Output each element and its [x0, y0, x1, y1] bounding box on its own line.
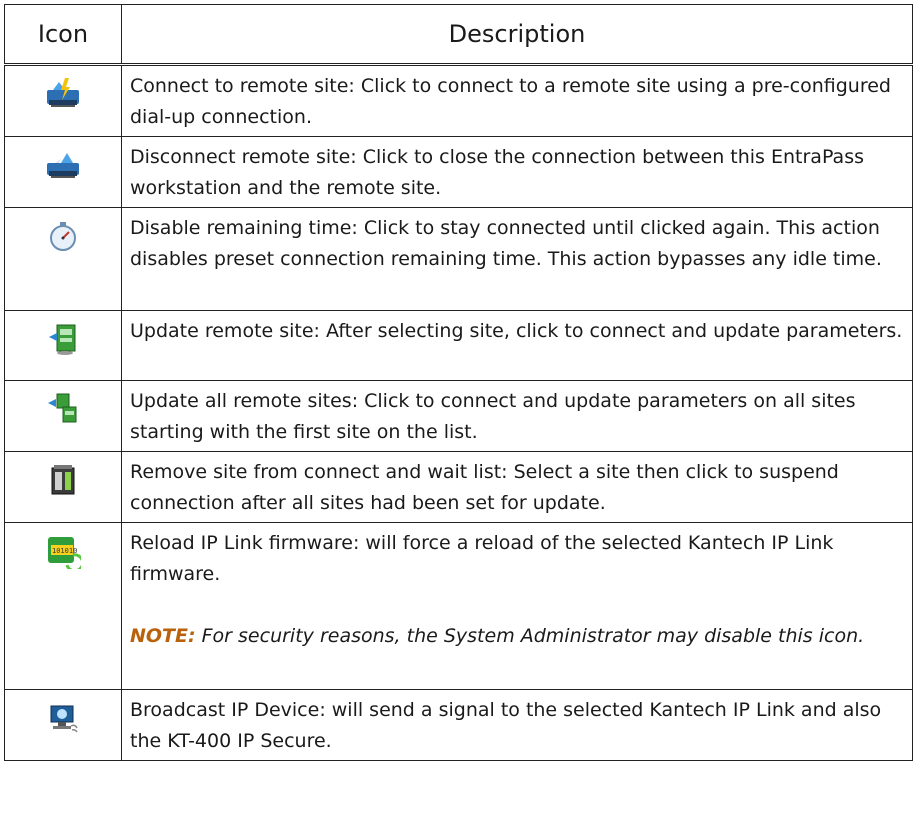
- remove-site-icon: [51, 465, 75, 495]
- update-remote-site-icon: [49, 324, 76, 355]
- table-row: Disconnect remote site: Click to close t…: [4, 136, 913, 208]
- connect-remote-site-icon: [47, 78, 79, 107]
- note-label: NOTE:: [130, 625, 196, 647]
- table-row: Connect to remote site: Click to connect…: [4, 64, 913, 137]
- note-text: For security reasons, the System Adminis…: [195, 625, 865, 647]
- row-description: Update all remote sites: Click to connec…: [121, 380, 913, 452]
- table-row: Update remote site: After selecting site…: [4, 310, 913, 381]
- row-description: Disconnect remote site: Click to close t…: [121, 136, 913, 208]
- table-header-row: Icon Description: [4, 4, 913, 65]
- table-row: 101010 Reload IP Link firmware: will for…: [4, 522, 913, 690]
- table-row: Disable remaining time: Click to stay co…: [4, 207, 913, 311]
- reload-firmware-icon: 101010: [48, 537, 81, 569]
- header-description: Description: [121, 4, 913, 65]
- broadcast-ip-device-icon: [50, 705, 78, 733]
- row-description: Connect to remote site: Click to connect…: [121, 64, 913, 137]
- table-row: Remove site from connect and wait list: …: [4, 451, 913, 523]
- stopwatch-icon: [50, 222, 76, 251]
- row-description: Update remote site: After selecting site…: [121, 310, 913, 381]
- header-icon: Icon: [4, 4, 122, 65]
- note: NOTE: For security reasons, the System A…: [130, 621, 904, 652]
- row-description: Remove site from connect and wait list: …: [121, 451, 913, 523]
- disconnect-remote-site-icon: [47, 153, 79, 178]
- row-description: Broadcast IP Device: will send a signal …: [121, 689, 913, 761]
- update-all-remote-sites-icon: [48, 393, 77, 423]
- row-description: Disable remaining time: Click to stay co…: [121, 207, 913, 311]
- icon-description-table: Icon Description Connect to remote site:…: [4, 4, 913, 761]
- table-row: Update all remote sites: Click to connec…: [4, 380, 913, 452]
- row-description: Reload IP Link firmware: will force a re…: [130, 532, 834, 585]
- table-row: Broadcast IP Device: will send a signal …: [4, 689, 913, 761]
